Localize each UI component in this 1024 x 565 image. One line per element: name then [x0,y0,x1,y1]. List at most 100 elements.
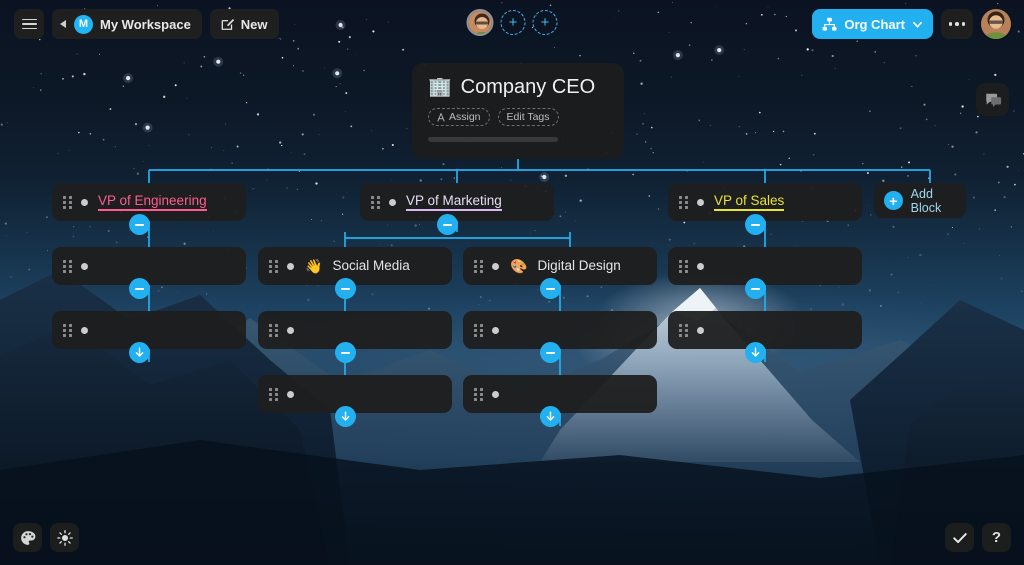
node-bullet [287,262,294,270]
bottom-left-toolbar [13,523,79,552]
node-label: VP of Engineering [98,193,207,211]
node-card[interactable] [52,311,246,349]
node-card[interactable] [258,311,452,349]
node-bullet [81,262,88,270]
minus-circle-icon [341,351,350,354]
theme-palette-button[interactable] [13,523,42,552]
drag-handle-icon[interactable] [474,323,483,337]
chat-bubble-icon [985,93,1001,107]
office-building-emoji: 🏢 [428,77,452,98]
collapse-node-button[interactable] [335,342,356,363]
drag-handle-icon[interactable] [63,195,72,209]
collaborators-group: + + [466,9,558,36]
ellipsis-icon [948,22,953,26]
chat-button[interactable] [976,83,1009,116]
collapse-node-button[interactable] [129,214,150,235]
node-bullet [697,198,704,206]
add-block-button[interactable]: + Add Block [874,183,966,218]
new-label: New [240,16,268,32]
confirm-button[interactable] [945,523,974,552]
drag-handle-icon[interactable] [679,195,688,209]
check-icon [952,532,967,543]
org-chart-canvas[interactable]: 🏢 Company CEO Assign Edit Tags VP of Eng… [0,0,1024,565]
drag-handle-icon[interactable] [679,323,688,337]
expand-node-button[interactable] [540,406,561,427]
arrow-down-circle-icon [341,411,350,421]
collaborator-avatar[interactable] [466,9,494,36]
node-bullet [492,262,499,270]
chevron-left-icon [60,20,66,28]
menu-button[interactable] [14,9,44,39]
minus-circle-icon [546,351,555,354]
drag-handle-icon[interactable] [269,323,278,337]
more-options-button[interactable] [941,9,973,39]
node-bullet [389,198,396,206]
collapse-node-button[interactable] [129,278,150,299]
arrow-down-circle-icon [546,411,555,421]
node-card[interactable] [668,311,862,349]
arrow-down-circle-icon [135,347,144,357]
org-chart-icon [822,17,837,31]
brightness-button[interactable] [50,523,79,552]
collapse-node-button[interactable] [540,278,561,299]
drag-handle-icon[interactable] [63,259,72,273]
node-card[interactable] [463,375,657,413]
node-card[interactable] [258,375,452,413]
node-bullet [697,326,704,334]
node-bullet [697,262,704,270]
node-bullet [492,390,499,398]
drag-handle-icon[interactable] [269,259,278,273]
node-bullet [287,390,294,398]
sun-icon [56,529,73,546]
add-block-label: Add Block [910,186,942,215]
node-card[interactable] [52,247,246,285]
node-bullet [81,326,88,334]
expand-node-button[interactable] [129,342,150,363]
assign-button[interactable]: Assign [428,108,490,126]
waving-hand-emoji: 👋 [305,258,323,274]
drag-handle-icon[interactable] [269,387,278,401]
root-node-card[interactable]: 🏢 Company CEO Assign Edit Tags [412,63,624,159]
collapse-node-button[interactable] [437,214,458,235]
user-avatar-button[interactable] [981,9,1011,39]
add-collaborator-button-2[interactable]: + [532,10,558,35]
edit-tags-button[interactable]: Edit Tags [497,108,559,126]
drag-handle-icon[interactable] [474,259,483,273]
drag-handle-icon[interactable] [371,195,380,209]
node-card[interactable]: 👋 Social Media [258,247,452,285]
node-label: VP of Marketing [406,193,502,211]
expand-node-button[interactable] [745,342,766,363]
edit-tags-label: Edit Tags [506,111,550,123]
palette-icon [20,530,35,545]
expand-node-button[interactable] [335,406,356,427]
drag-handle-icon[interactable] [63,323,72,337]
artist-palette-emoji: 🎨 [510,258,528,274]
minus-circle-icon [135,223,144,226]
minus-circle-icon [546,287,555,290]
plus-circle-icon: + [884,191,903,210]
node-card[interactable]: VP of Marketing [360,183,554,221]
root-actions: Assign Edit Tags [428,108,608,126]
minus-circle-icon [443,223,452,226]
node-card[interactable]: 🎨 Digital Design [463,247,657,285]
help-button[interactable]: ? [982,523,1011,552]
node-bullet [81,198,88,206]
view-switcher-button[interactable]: Org Chart [812,9,933,39]
minus-circle-icon [341,287,350,290]
node-card[interactable] [463,311,657,349]
drag-handle-icon[interactable] [679,259,688,273]
workspace-button[interactable]: M My Workspace [52,9,202,39]
collapse-node-button[interactable] [540,342,561,363]
collapse-node-button[interactable] [745,278,766,299]
root-progress-bar [428,137,558,142]
node-card[interactable]: VP of Sales [668,183,862,221]
view-switcher-label: Org Chart [844,16,905,32]
add-collaborator-button-1[interactable]: + [500,10,526,35]
node-card[interactable] [668,247,862,285]
node-card[interactable]: VP of Engineering [52,183,246,221]
drag-handle-icon[interactable] [474,387,483,401]
collapse-node-button[interactable] [745,214,766,235]
node-label: VP of Sales [714,193,785,211]
collapse-node-button[interactable] [335,278,356,299]
new-button[interactable]: New [209,9,279,39]
